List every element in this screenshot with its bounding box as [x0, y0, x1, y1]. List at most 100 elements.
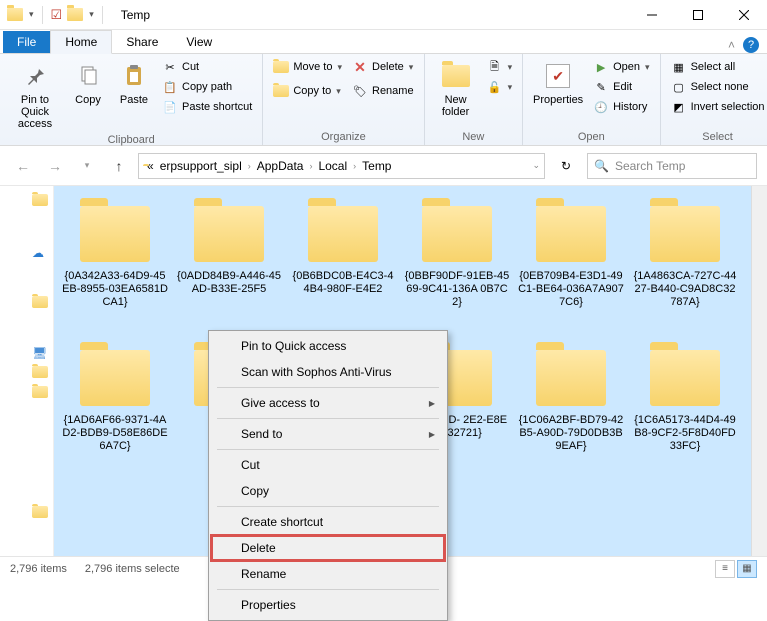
scrollbar[interactable]	[751, 186, 767, 556]
folder-name: {0EB709B4-E3D1-49C1-BE64-036A7A9077C6}	[518, 270, 624, 310]
window-title: Temp	[113, 8, 150, 22]
search-icon: 🔍	[594, 159, 609, 173]
folder-item[interactable]: {0EB709B4-E3D1-49C1-BE64-036A7A9077C6}	[516, 192, 626, 332]
ctx-copy[interactable]: Copy	[211, 478, 445, 504]
folder-icon	[308, 206, 378, 262]
address-bar[interactable]: « erpsupport_sipl› AppData› Local› Temp …	[138, 153, 545, 179]
quick-access-toolbar: ▾ ☑ ▾	[0, 6, 113, 24]
folder-icon	[194, 206, 264, 262]
tab-home[interactable]: Home	[50, 30, 112, 54]
move-to-button[interactable]: Move to▾	[271, 58, 344, 76]
edit-button[interactable]: ✎Edit	[591, 78, 651, 96]
forward-button[interactable]: →	[42, 153, 68, 179]
chevron-right-icon[interactable]: ›	[246, 161, 253, 171]
easy-access-button[interactable]: 🔓▾	[485, 78, 515, 96]
cut-button[interactable]: ✂Cut	[160, 58, 254, 76]
ctx-delete[interactable]: Delete	[211, 535, 445, 561]
paste-shortcut-icon: 📄	[162, 99, 178, 115]
recent-dropdown[interactable]: ▾	[74, 153, 100, 179]
back-button[interactable]: ←	[10, 153, 36, 179]
folder-name: {0ADD84B9-A446-45AD-B33E-25F5	[176, 270, 282, 296]
folder-name: {0A342A33-64D9-45EB-8955-03EA6581DCA1}	[62, 270, 168, 310]
ctx-rename[interactable]: Rename	[211, 561, 445, 587]
details-view-button[interactable]: ≡	[715, 560, 735, 578]
copy-button[interactable]: Copy	[68, 58, 108, 108]
history-button[interactable]: 🕘History	[591, 98, 651, 116]
folder-icon	[80, 206, 150, 262]
crumb[interactable]: Temp	[360, 159, 393, 173]
folder-item[interactable]: {1AD6AF66-9371-4AD2-BDB9-D58E86DE6A7C}	[60, 336, 170, 476]
icons-view-button[interactable]: ▦	[737, 560, 757, 578]
tab-file[interactable]: File	[3, 31, 50, 53]
properties-button[interactable]: ✔ Properties	[531, 58, 585, 108]
rename-ribbon-button[interactable]: 🏷Rename	[350, 82, 416, 100]
crumb[interactable]: Local	[316, 159, 349, 173]
invert-selection-button[interactable]: ◩Invert selection	[669, 98, 767, 116]
chevron-right-icon[interactable]: ›	[351, 161, 358, 171]
copy-to-button[interactable]: Copy to▾	[271, 82, 344, 100]
ctx-cut[interactable]: Cut	[211, 452, 445, 478]
folder-icon	[650, 350, 720, 406]
ribbon: Pin to Quick access Copy Paste ✂Cut 📋Cop…	[0, 54, 767, 146]
folder-item[interactable]: {1C6A5173-44D4-49B8-9CF2-5F8D40FD33FC}	[630, 336, 740, 476]
ctx-create-shortcut[interactable]: Create shortcut	[211, 509, 445, 535]
crumb[interactable]: erpsupport_sipl	[158, 159, 244, 173]
select-none-button[interactable]: ▢Select none	[669, 78, 767, 96]
folder-item[interactable]: {0BBF90DF-91EB-4569-9C41-136A 0B7C2}	[402, 192, 512, 332]
easy-access-icon: 🔓	[487, 79, 503, 95]
ctx-give-access[interactable]: Give access to	[211, 390, 445, 416]
qat-dropdown-icon[interactable]: ▾	[89, 9, 94, 20]
search-box[interactable]: 🔍 Search Temp	[587, 153, 757, 179]
copy-icon	[72, 60, 104, 92]
select-all-icon: ▦	[671, 59, 687, 75]
folder-icon	[650, 206, 720, 262]
open-icon: ▶	[593, 59, 609, 75]
properties-icon: ✔	[542, 60, 574, 92]
ctx-pin[interactable]: Pin to Quick access	[211, 333, 445, 359]
new-folder-button[interactable]: New folder	[433, 58, 479, 120]
search-placeholder: Search Temp	[615, 159, 685, 173]
chevron-right-icon[interactable]: ›	[307, 161, 314, 171]
scissors-icon: ✂	[162, 59, 178, 75]
folder-item[interactable]: {0ADD84B9-A446-45AD-B33E-25F5	[174, 192, 284, 332]
copy-to-icon	[273, 83, 289, 99]
minimize-ribbon-icon[interactable]: ˄	[728, 38, 735, 52]
folder-qat-icon[interactable]	[66, 6, 84, 24]
maximize-button[interactable]	[675, 0, 721, 30]
folder-item[interactable]: {1A4863CA-727C-4427-B440-C9AD8C32787A}	[630, 192, 740, 332]
ctx-scan[interactable]: Scan with Sophos Anti-Virus	[211, 359, 445, 385]
minimize-button[interactable]	[629, 0, 675, 30]
folder-name: {1A4863CA-727C-4427-B440-C9AD8C32787A}	[632, 270, 738, 310]
copy-path-button[interactable]: 📋Copy path	[160, 78, 254, 96]
refresh-button[interactable]: ↻	[551, 153, 581, 179]
folder-item[interactable]: {1C06A2BF-BD79-42B5-A90D-79D0DB3B9EAF}	[516, 336, 626, 476]
tab-share[interactable]: Share	[112, 31, 172, 53]
folder-icon	[536, 350, 606, 406]
history-icon: 🕘	[593, 99, 609, 115]
folder-item[interactable]: {0B6BDC0B-E4C3-44B4-980F-E4E2	[288, 192, 398, 332]
crumb[interactable]: AppData	[255, 159, 306, 173]
new-item-icon: 🗎	[487, 59, 503, 75]
new-item-button[interactable]: 🗎▾	[485, 58, 515, 76]
paste-button[interactable]: Paste	[114, 58, 154, 108]
select-all-button[interactable]: ▦Select all	[669, 58, 767, 76]
ctx-send-to[interactable]: Send to	[211, 421, 445, 447]
help-icon[interactable]: ?	[743, 37, 759, 53]
address-dropdown-icon[interactable]: ⌄	[532, 160, 540, 171]
properties-qat-icon[interactable]: ☑	[51, 7, 63, 23]
ctx-properties[interactable]: Properties	[211, 592, 445, 618]
item-count: 2,796 items	[10, 563, 67, 575]
group-open: ✔ Properties ▶Open▾ ✎Edit 🕘History Open	[523, 54, 660, 145]
navigation-pane[interactable]: ☁ 🖥	[0, 186, 54, 556]
folder-name: {1C6A5173-44D4-49B8-9CF2-5F8D40FD33FC}	[632, 414, 738, 454]
folder-item[interactable]: {0A342A33-64D9-45EB-8955-03EA6581DCA1}	[60, 192, 170, 332]
pin-quick-access-button[interactable]: Pin to Quick access	[8, 58, 62, 132]
chevron-down-icon[interactable]: ▾	[29, 9, 34, 20]
close-button[interactable]	[721, 0, 767, 30]
paste-shortcut-button[interactable]: 📄Paste shortcut	[160, 98, 254, 116]
folder-name: {1C06A2BF-BD79-42B5-A90D-79D0DB3B9EAF}	[518, 414, 624, 454]
open-button[interactable]: ▶Open▾	[591, 58, 651, 76]
delete-ribbon-button[interactable]: ✕Delete▾	[350, 58, 416, 76]
tab-view[interactable]: View	[172, 31, 226, 53]
up-button[interactable]: ↑	[106, 153, 132, 179]
